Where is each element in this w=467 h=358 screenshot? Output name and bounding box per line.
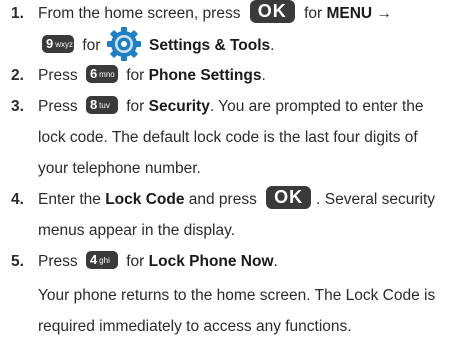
step-number: 2. xyxy=(11,67,24,84)
text-segment: Press xyxy=(38,253,78,270)
security-label: Security xyxy=(148,98,210,115)
ok-key-icon: OK xyxy=(266,186,312,210)
step-text: Press 4 ghi for Lock Phone Now. xyxy=(38,246,461,277)
text-segment: and press xyxy=(188,191,257,208)
step-line: Press 8 tuv for Security. You are prompte… xyxy=(38,91,461,122)
text-segment: From the home screen, press xyxy=(38,5,241,22)
text-segment: Press xyxy=(38,67,78,84)
note-line: Your phone returns to the home screen. T… xyxy=(38,287,436,304)
right-arrow-icon: → xyxy=(376,5,392,22)
ok-key-icon: OK xyxy=(249,0,295,24)
key-letters: mno xyxy=(99,69,115,79)
step-text: From the home screen, press OK for MENU … xyxy=(38,0,461,61)
text-segment: for xyxy=(126,253,145,270)
text-segment: for xyxy=(126,67,145,84)
step-line: 9 wxyz for Settings & Tools. xyxy=(38,27,461,61)
key-letters: wxyz xyxy=(55,40,74,49)
text-segment: . Several security xyxy=(316,191,436,208)
phone-settings-label: Phone Settings xyxy=(148,67,262,84)
note-text: Your phone returns to the home screen. T… xyxy=(38,280,461,342)
instruction-page: 1. From the home screen, press OK for ME… xyxy=(0,0,467,358)
step-text: Press 8 tuv for Security. You are prompte… xyxy=(38,91,461,184)
ok-key-label: OK xyxy=(274,187,304,208)
text-segment: Enter the xyxy=(38,191,101,208)
text-segment: . You are prompted to enter the xyxy=(209,98,424,115)
note-line: required immediately to access any funct… xyxy=(38,318,352,335)
settings-tools-label: Settings & Tools xyxy=(149,37,271,55)
lock-phone-now-label: Lock Phone Now xyxy=(148,253,274,270)
key-digit: 8 xyxy=(89,96,98,112)
key-letters: ghi xyxy=(99,255,110,265)
text-segment: . xyxy=(270,37,275,55)
step-line: menus appear in the display. xyxy=(38,222,236,239)
text-segment: Press xyxy=(38,98,78,115)
ok-key-label: OK xyxy=(257,1,287,22)
text-segment: . xyxy=(261,67,266,84)
key-digit: 9 xyxy=(46,36,54,51)
step-number: 5. xyxy=(11,253,24,270)
menu-label: MENU xyxy=(326,5,373,22)
step-number: 3. xyxy=(11,98,24,115)
step-number: 1. xyxy=(11,5,24,22)
key-letters: tuv xyxy=(99,100,110,110)
settings-gear-icon xyxy=(106,27,141,61)
step-number: 4. xyxy=(11,191,24,208)
step-line: your telephone number. xyxy=(38,160,201,177)
key-9-icon: 9 wxyz xyxy=(42,35,74,53)
step-line: lock code. The default lock code is the … xyxy=(38,129,418,146)
step-text: Press 6 mno for Phone Settings. xyxy=(38,60,461,91)
text-segment: for xyxy=(126,98,145,115)
step-text: Enter the Lock Code and press OK . Severa… xyxy=(38,184,461,246)
step-line: Press 4 ghi for Lock Phone Now. xyxy=(38,246,461,277)
lock-code-label: Lock Code xyxy=(105,191,185,208)
text-segment: . xyxy=(273,253,278,270)
key-4-icon: 4 ghi xyxy=(85,250,118,269)
step-line: Press 6 mno for Phone Settings. xyxy=(38,60,461,91)
key-digit: 6 xyxy=(89,65,98,81)
key-8-icon: 8 tuv xyxy=(85,95,118,114)
key-digit: 4 xyxy=(89,251,98,267)
key-6-icon: 6 mno xyxy=(85,64,118,83)
step-line: From the home screen, press OK for MENU … xyxy=(38,0,461,29)
step-line: Enter the Lock Code and press OK . Severa… xyxy=(38,184,461,215)
text-segment: for xyxy=(304,5,323,22)
text-segment: for xyxy=(82,37,101,55)
